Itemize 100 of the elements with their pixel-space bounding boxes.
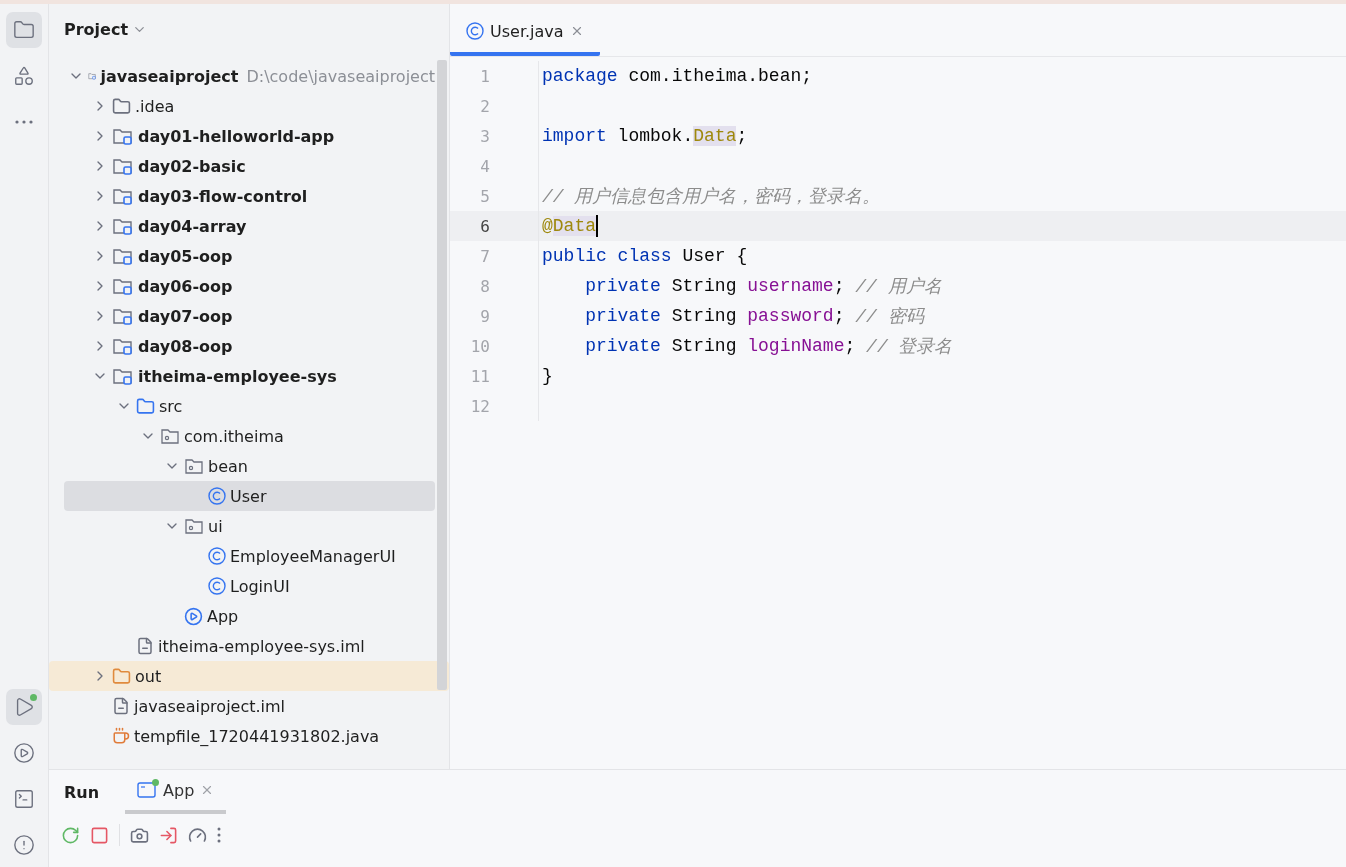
cup-icon	[112, 727, 130, 745]
profiler-button[interactable]	[188, 825, 207, 845]
line-number: 4	[479, 156, 490, 176]
panel-title[interactable]: Project	[64, 19, 129, 39]
tree-item[interactable]: src	[64, 391, 435, 421]
line-number: 9	[479, 306, 490, 326]
tree-item[interactable]: day02-basic	[64, 151, 435, 181]
tree-item[interactable]: itheima-employee-sys.iml	[64, 631, 435, 661]
code-token: ;	[833, 306, 846, 326]
tree-item[interactable]: day07-oop	[64, 301, 435, 331]
run-tab[interactable]: App	[125, 770, 227, 814]
code-token: // 用户名	[855, 276, 942, 298]
code-token: String	[670, 306, 738, 326]
tree-item[interactable]: tempfile_1720441931802.java	[64, 721, 435, 751]
tree-item[interactable]: day05-oop	[64, 241, 435, 271]
tree-item[interactable]: App	[64, 601, 435, 631]
code-token: // 用户信息包含用户名，密码，登录名。	[542, 186, 881, 208]
editor-tab[interactable]: User.java	[450, 10, 600, 56]
code-token: username	[747, 276, 834, 296]
package-folder-icon	[184, 457, 204, 475]
package-folder-icon	[184, 517, 204, 535]
structure-icon	[13, 65, 35, 87]
tree-item[interactable]: itheima-employee-sys	[64, 361, 435, 391]
gauge-icon	[188, 825, 207, 845]
line-number: 6	[479, 216, 490, 236]
tree-item[interactable]: ui	[64, 511, 435, 541]
code-token: ;	[833, 276, 846, 296]
module-folder-icon	[112, 306, 134, 326]
tree-item[interactable]: com.itheima	[64, 421, 435, 451]
code-token: private	[584, 306, 661, 326]
project-path: D:\code\javaseaiproject	[246, 66, 435, 86]
screenshot-button[interactable]	[130, 825, 149, 845]
stop-icon	[90, 825, 109, 845]
line-number: 1	[479, 66, 490, 86]
rerun-button[interactable]	[61, 825, 80, 845]
exit-button[interactable]	[159, 825, 178, 845]
code-token: @	[542, 216, 553, 236]
package-folder-icon	[160, 427, 180, 445]
code-token: ;	[736, 126, 748, 146]
module-folder-icon	[112, 156, 134, 176]
project-tool-button[interactable]	[6, 12, 42, 48]
code-token: String	[670, 276, 738, 296]
tree-item[interactable]: bean	[64, 451, 435, 481]
tree-item[interactable]: day04-array	[64, 211, 435, 241]
tree-item[interactable]: javaseaiproject.iml	[64, 691, 435, 721]
code-token: public class	[542, 246, 672, 266]
terminal-icon	[13, 788, 35, 810]
tree-item[interactable]: day01-helloworld-app	[64, 121, 435, 151]
line-number: 8	[479, 276, 490, 296]
code-token: }	[542, 366, 553, 386]
file-icon	[136, 637, 154, 655]
tree-item[interactable]: day08-oop	[64, 331, 435, 361]
tree-item[interactable]: .idea	[64, 91, 435, 121]
code-token: // 登录名	[866, 336, 953, 358]
tree-item[interactable]: User	[64, 481, 435, 511]
panel-title: Run	[64, 782, 100, 802]
exit-icon	[159, 825, 178, 845]
code-token: import	[542, 126, 607, 146]
scrollbar[interactable]	[437, 60, 447, 690]
tree-item[interactable]: javaseaiproject D:\code\javaseaiproject	[64, 61, 435, 91]
tree-item[interactable]: out	[49, 661, 449, 691]
code-token: Data	[693, 126, 737, 146]
line-number: 2	[479, 96, 490, 116]
running-indicator	[30, 694, 37, 701]
line-number: 3	[479, 126, 490, 146]
folder-icon	[136, 396, 155, 416]
line-number: 12	[469, 396, 490, 416]
code-token: lombok.	[616, 126, 694, 146]
folder-icon	[112, 666, 131, 686]
run-tool-button[interactable]	[6, 689, 42, 725]
code-token: ;	[844, 336, 857, 356]
folder-icon	[112, 96, 131, 116]
module-folder-icon	[112, 186, 134, 206]
stop-button[interactable]	[90, 825, 109, 845]
more-icon	[217, 827, 221, 843]
module-folder-icon	[112, 126, 134, 146]
tree-item[interactable]: day03-flow-control	[64, 181, 435, 211]
more-icon	[15, 120, 33, 124]
class-icon	[208, 487, 226, 505]
code-token: private	[584, 336, 661, 356]
tree-item[interactable]: LoginUI	[64, 571, 435, 601]
window-icon	[137, 781, 158, 799]
code-token: // 密码	[855, 306, 924, 328]
folder-icon	[13, 19, 35, 41]
class-icon	[208, 547, 226, 565]
code-token: Data	[552, 216, 597, 236]
code-token: User {	[681, 246, 748, 266]
code-token: loginName	[747, 336, 845, 356]
class-icon	[466, 22, 484, 40]
tree-item[interactable]: day06-oop	[64, 271, 435, 301]
line-number: 5	[479, 186, 490, 206]
code-token: com.itheima.bean;	[627, 66, 813, 86]
alert-icon	[13, 834, 35, 856]
camera-icon	[130, 825, 149, 845]
module-folder-icon	[112, 216, 134, 236]
run-class-icon	[184, 606, 203, 626]
tree-item[interactable]: EmployeeManagerUI	[64, 541, 435, 571]
line-number: 10	[469, 336, 490, 356]
module-folder-icon	[112, 276, 134, 296]
more-button[interactable]	[217, 827, 221, 843]
